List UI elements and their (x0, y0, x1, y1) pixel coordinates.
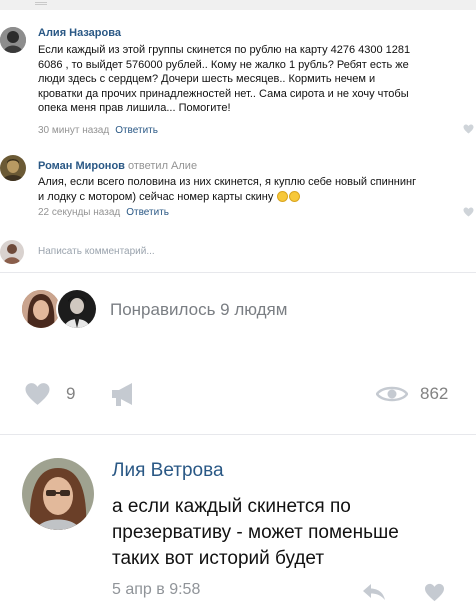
reply-box[interactable]: Написать комментарий... (0, 236, 476, 270)
avatar[interactable] (22, 458, 94, 530)
heart-icon[interactable] (24, 382, 51, 411)
comment-line: кроватки да прочих принадлежностей нет..… (38, 87, 409, 100)
comment-meta: 22 секунды назад Ответить (38, 207, 169, 218)
comment-time: 5 апр в 9:58 (112, 581, 201, 598)
comment-text: Если каждый из этой группы скинется по р… (38, 43, 410, 116)
avatar[interactable] (0, 27, 26, 53)
heart-icon[interactable] (463, 207, 474, 220)
avatar[interactable] (0, 155, 26, 181)
comment-author-name[interactable]: Роман Миронов (38, 160, 125, 172)
divider (0, 272, 476, 273)
comment-time: 30 минут назад (38, 125, 110, 136)
comment-item: Лия Ветрова а если каждый скинется по пр… (0, 452, 476, 610)
heart-icon[interactable] (424, 583, 445, 607)
comment-meta: 30 минут назад Ответить (38, 125, 158, 136)
comment-line: 6086 , то выйдет 576000 рублей.. Кому не… (38, 58, 409, 71)
comment-author[interactable]: Лия Ветрова (112, 460, 224, 482)
comment-line: и лодку с мотором) сейчас номер карты ск… (38, 190, 416, 205)
avatar-image (58, 290, 96, 328)
grip-handle (35, 2, 47, 5)
comment-author: Роман Миронов ответил Алие (38, 160, 197, 172)
avatar-image (22, 458, 94, 530)
comment-text: а если каждый скинется по презервативу -… (112, 494, 399, 572)
comment-line: Если каждый из этой группы скинется по р… (38, 44, 411, 56)
comment-item: Роман Миронов ответил Алие Алия, если вс… (0, 150, 476, 226)
comment-line: люди здесь с сердцем? Дочери шесть месяц… (38, 73, 376, 85)
comment-text: Алия, если всего половина из них скинетс… (38, 175, 416, 204)
avatar-image (0, 240, 24, 264)
avatar-image (0, 155, 26, 181)
liker-avatar[interactable] (56, 288, 98, 330)
views-count: 862 (420, 384, 449, 403)
likes-summary[interactable]: Понравилось 9 людям (110, 300, 287, 320)
avatar-image (0, 27, 26, 53)
likes-count: 9 (66, 384, 76, 403)
comment-line: а если каждый скинется по (112, 496, 351, 517)
avatar (0, 240, 24, 264)
reply-arrow-icon[interactable] (362, 583, 386, 606)
comment-item: Алия Назарова Если каждый из этой группы… (0, 22, 476, 140)
comment-line-text: и лодку с мотором) сейчас номер карты ск… (38, 190, 274, 203)
heart-icon[interactable] (463, 124, 474, 137)
comment-line: Алия, если всего половина из них скинетс… (38, 176, 417, 188)
megaphone-icon[interactable] (110, 381, 138, 412)
comment-line: опека меня прав лишила... Помогите! (38, 102, 231, 114)
comment-author[interactable]: Алия Назарова (38, 27, 121, 39)
reply-link[interactable]: Ответить (126, 207, 169, 218)
laughing-emoji-icon (289, 190, 301, 202)
reply-link[interactable]: Ответить (115, 125, 158, 136)
avatar-image (22, 290, 60, 328)
section-separator (0, 0, 476, 10)
reply-to-label[interactable]: ответил Алие (128, 160, 197, 172)
comment-line: таких вот историй будет (112, 548, 325, 569)
action-bar: 9 862 (0, 378, 476, 412)
eye-icon (375, 384, 409, 409)
likes-row[interactable]: Понравилось 9 людям (0, 288, 476, 334)
laughing-emoji-icon (277, 190, 289, 202)
divider (0, 434, 476, 435)
comment-time: 22 секунды назад (38, 207, 121, 218)
comment-input-placeholder[interactable]: Написать комментарий... (38, 246, 155, 257)
comment-line: презервативу - может поменьше (112, 522, 399, 543)
